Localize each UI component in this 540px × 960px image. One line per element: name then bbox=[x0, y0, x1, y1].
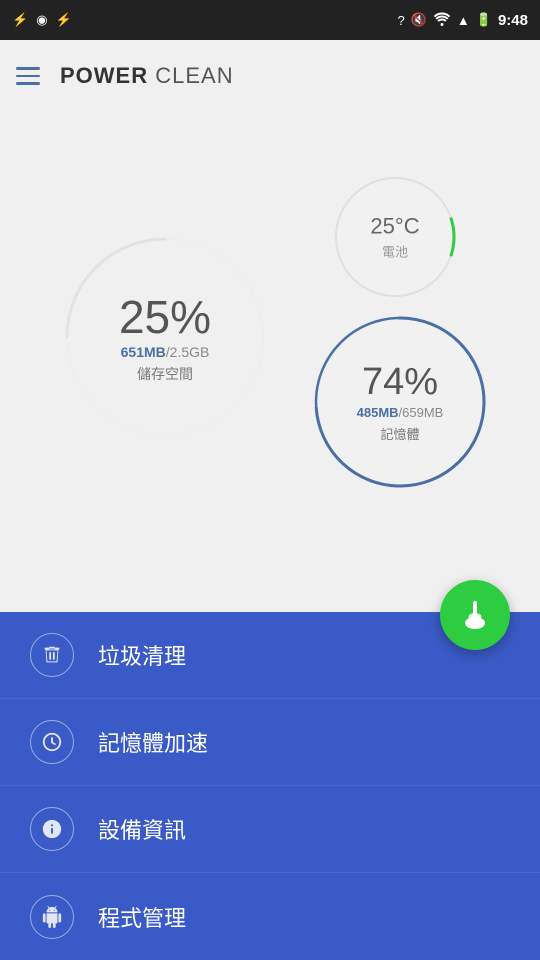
memory-total: /659MB bbox=[399, 405, 444, 420]
battery-label: 電池 bbox=[370, 242, 419, 261]
bottom-menu: 垃圾清理 記憶體加速 設備資訊 程式管理 bbox=[0, 612, 540, 960]
storage-used: 651MB bbox=[121, 344, 166, 360]
usb2-icon: ⚡ bbox=[56, 12, 72, 28]
toolbar: POWER CLEAN bbox=[0, 40, 540, 112]
speedometer-icon bbox=[41, 731, 63, 753]
battery-circle-content: 25°C 電池 bbox=[370, 214, 419, 261]
storage-circle-content: 25% 651MB/2.5GB 儲存空間 bbox=[119, 290, 211, 384]
info-icon bbox=[41, 818, 63, 840]
app-manager-label: 程式管理 bbox=[98, 901, 186, 933]
menu-item-memory-boost[interactable]: 記憶體加速 bbox=[0, 699, 540, 786]
status-bar: ⚡ ◉ ⚡ ? 🔇 ▲ 🔋 9:48 bbox=[0, 0, 540, 40]
memory-percent: 74% bbox=[357, 361, 444, 404]
hamburger-menu-button[interactable] bbox=[16, 67, 40, 85]
junk-clean-label: 垃圾清理 bbox=[98, 639, 186, 671]
memory-size: 485MB/659MB bbox=[357, 404, 444, 422]
storage-circle[interactable]: 25% 651MB/2.5GB 儲存空間 bbox=[60, 232, 270, 442]
android-icon-container bbox=[30, 895, 74, 939]
info-icon-container bbox=[30, 807, 74, 851]
circles-container: 25% 651MB/2.5GB 儲存空間 25°C 電池 bbox=[0, 172, 540, 592]
app-title-bold: POWER bbox=[60, 63, 148, 88]
memory-label: 記憶體 bbox=[357, 424, 444, 443]
memory-boost-label: 記憶體加速 bbox=[98, 726, 208, 758]
trash-icon-container bbox=[30, 633, 74, 677]
memory-used: 485MB bbox=[357, 405, 399, 420]
menu-item-device-info[interactable]: 設備資訊 bbox=[0, 786, 540, 873]
status-bar-left: ⚡ ◉ ⚡ bbox=[12, 12, 72, 28]
clean-fab-button[interactable] bbox=[440, 580, 510, 650]
status-bar-right: ? 🔇 ▲ 🔋 9:48 bbox=[397, 12, 528, 29]
storage-label: 儲存空間 bbox=[119, 364, 211, 384]
wifi-icon bbox=[433, 12, 451, 29]
storage-percent: 25% bbox=[119, 290, 211, 344]
battery-circle[interactable]: 25°C 電池 bbox=[330, 172, 460, 302]
memory-circle[interactable]: 74% 485MB/659MB 記憶體 bbox=[310, 312, 490, 492]
app-title: POWER CLEAN bbox=[60, 63, 234, 89]
android-icon bbox=[41, 906, 63, 928]
trash-icon bbox=[41, 644, 63, 666]
broom-icon bbox=[457, 597, 493, 633]
question-icon: ? bbox=[397, 13, 404, 28]
battery-temp: 25°C bbox=[370, 214, 419, 240]
speedometer-icon-container bbox=[30, 720, 74, 764]
signal-icon: ▲ bbox=[457, 13, 470, 28]
menu-item-app-manager[interactable]: 程式管理 bbox=[0, 873, 540, 960]
device-info-label: 設備資訊 bbox=[98, 813, 186, 845]
usb-icon: ⚡ bbox=[12, 12, 28, 28]
app-title-light: CLEAN bbox=[148, 63, 233, 88]
battery-icon: 🔋 bbox=[476, 12, 492, 28]
android-icon: ◉ bbox=[36, 12, 47, 28]
status-time: 9:48 bbox=[498, 12, 528, 29]
storage-total: /2.5GB bbox=[166, 344, 210, 360]
volume-icon: 🔇 bbox=[411, 12, 427, 28]
storage-size: 651MB/2.5GB bbox=[119, 344, 211, 362]
memory-circle-content: 74% 485MB/659MB 記憶體 bbox=[357, 361, 444, 443]
